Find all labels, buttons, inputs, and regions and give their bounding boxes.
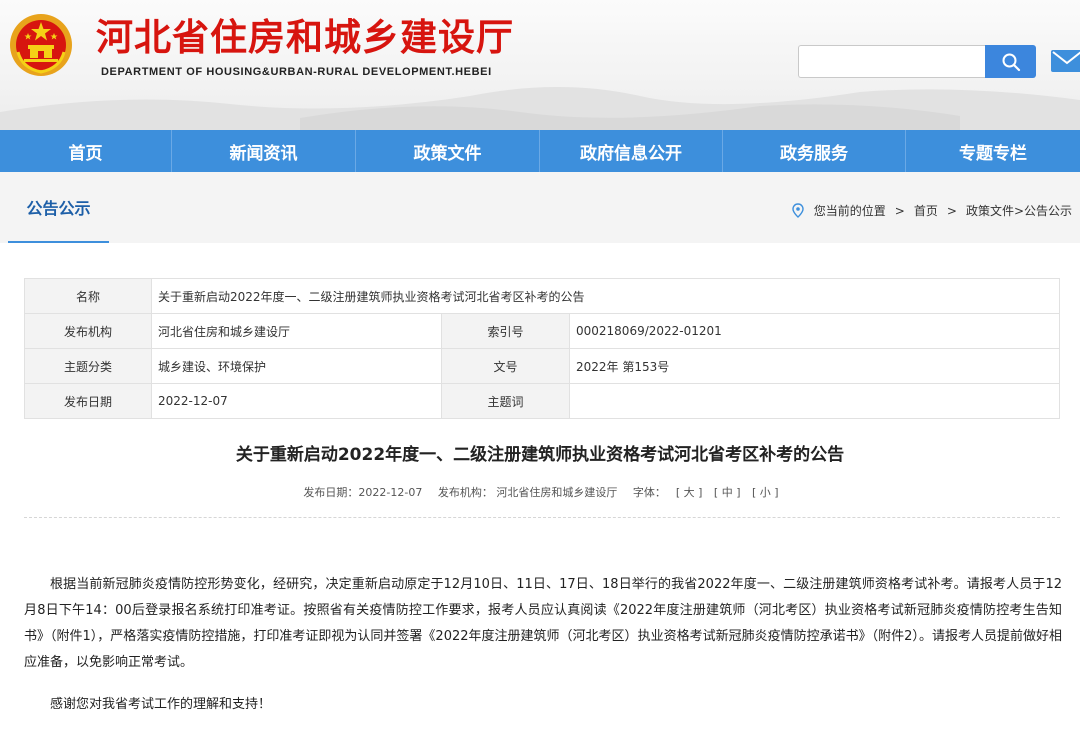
article-body: 根据当前新冠肺炎疫情防控形势变化，经研究，决定重新启动原定于12月10日、11日…	[24, 572, 1062, 718]
site-title: 河北省住房和城乡建设厅	[96, 16, 514, 59]
table-row: 主题分类 城乡建设、环境保护 文号 2022年 第153号	[24, 348, 1060, 384]
index-label: 索引号	[441, 313, 570, 349]
nav-item-services[interactable]: 政务服务	[723, 130, 906, 172]
keywords-value	[569, 383, 1060, 419]
breadcrumb-home[interactable]: 首页	[914, 202, 938, 219]
location-label: 您当前的位置	[813, 204, 886, 218]
category-label: 主题分类	[24, 348, 152, 384]
doc-number-value: 2022年 第153号	[569, 348, 1060, 384]
publish-date-value: 2022-12-07	[151, 383, 442, 419]
national-emblem-icon[interactable]	[8, 12, 74, 78]
name-value: 关于重新启动2022年度一、二级注册建筑师执业资格考试河北省考区补考的公告	[151, 278, 1060, 314]
article-meta: 发布日期：2022-12-07 发布机构： 河北省住房和城乡建设厅 字体： [ 大…	[0, 484, 1080, 500]
table-row: 名称 关于重新启动2022年度一、二级注册建筑师执业资格考试河北省考区补考的公告	[24, 278, 1060, 314]
meta-org: 发布机构： 河北省住房和城乡建设厅	[437, 486, 618, 499]
nav-item-topics[interactable]: 专题专栏	[906, 130, 1080, 172]
publisher-value: 河北省住房和城乡建设厅	[151, 313, 442, 349]
main-nav: 首页 新闻资讯 政策文件 政府信息公开 政务服务 专题专栏	[0, 130, 1080, 172]
font-size-medium-button[interactable]: [ 中 ]	[714, 486, 741, 499]
name-label: 名称	[24, 278, 152, 314]
index-value: 000218069/2022-01201	[569, 313, 1060, 349]
search-button[interactable]	[985, 45, 1036, 78]
site-header: 河北省住房和城乡建设厅 DEPARTMENT OF HOUSING&URBAN-…	[0, 0, 1080, 130]
nav-item-gov-info[interactable]: 政府信息公开	[540, 130, 723, 172]
doc-number-label: 文号	[441, 348, 570, 384]
site-subtitle: DEPARTMENT OF HOUSING&URBAN-RURAL DEVELO…	[101, 66, 492, 78]
breadcrumb: 您当前的位置 > 首页 > 政策文件>公告公示	[792, 202, 1072, 219]
search-icon	[1002, 53, 1020, 71]
table-row: 发布日期 2022-12-07 主题词	[24, 383, 1060, 419]
font-size-large-button[interactable]: [ 大 ]	[676, 486, 703, 499]
publisher-label: 发布机构	[24, 313, 152, 349]
keywords-label: 主题词	[441, 383, 570, 419]
category-value: 城乡建设、环境保护	[151, 348, 442, 384]
article-paragraph: 感谢您对我省考试工作的理解和支持！	[50, 697, 272, 712]
font-size-small-button[interactable]: [ 小 ]	[752, 486, 779, 499]
position-bar: 公告公示 您当前的位置 > 首页 > 政策文件>公告公示	[0, 172, 1080, 243]
mail-icon[interactable]	[1051, 46, 1080, 76]
meta-date: 发布日期：2022-12-07	[303, 486, 423, 499]
nav-item-news[interactable]: 新闻资讯	[172, 130, 356, 172]
section-title: 公告公示	[8, 172, 109, 243]
article-title: 关于重新启动2022年度一、二级注册建筑师执业资格考试河北省考区补考的公告	[235, 445, 845, 465]
publish-date-label: 发布日期	[24, 383, 152, 419]
breadcrumb-separator: >	[894, 203, 905, 218]
table-row: 发布机构 河北省住房和城乡建设厅 索引号 000218069/2022-0120…	[24, 313, 1060, 349]
divider	[24, 517, 1060, 518]
location-pin-icon	[792, 203, 804, 218]
breadcrumb-current[interactable]: 政策文件>公告公示	[966, 202, 1072, 219]
search-input[interactable]	[798, 45, 986, 78]
font-size-label: 字体：	[632, 486, 666, 499]
article-paragraph: 根据当前新冠肺炎疫情防控形势变化，经研究，决定重新启动原定于12月10日、11日…	[24, 577, 1062, 670]
breadcrumb-separator: >	[946, 203, 957, 218]
document-info-table: 名称 关于重新启动2022年度一、二级注册建筑师执业资格考试河北省考区补考的公告…	[24, 278, 1060, 419]
nav-item-home[interactable]: 首页	[0, 130, 172, 172]
nav-item-policy[interactable]: 政策文件	[356, 130, 540, 172]
